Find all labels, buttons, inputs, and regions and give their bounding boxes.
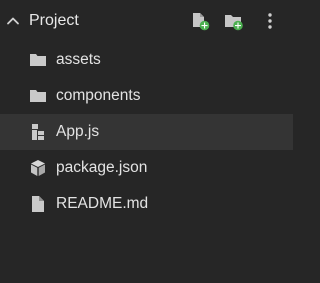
folder-icon	[29, 51, 47, 69]
tree-item-package-json[interactable]: package.json	[0, 150, 293, 186]
tree-item-label: App.js	[56, 123, 100, 140]
javascript-file-icon	[29, 123, 47, 141]
tree-item-app-js[interactable]: App.js	[0, 114, 293, 150]
folder-icon	[29, 87, 47, 105]
file-tree: assets components App.js package.json RE…	[0, 42, 293, 222]
tree-item-assets[interactable]: assets	[0, 42, 293, 78]
new-file-icon	[193, 13, 210, 31]
panel-title: Project	[29, 12, 79, 29]
more-vertical-icon	[268, 13, 272, 29]
tree-item-label: README.md	[56, 195, 149, 212]
panel-header: Project	[0, 0, 293, 42]
tree-item-components[interactable]: components	[0, 78, 293, 114]
chevron-up-icon[interactable]	[6, 14, 20, 28]
tree-item-readme-md[interactable]: README.md	[0, 186, 293, 222]
project-panel: Project assets components App.js package…	[0, 0, 293, 283]
new-folder-icon	[225, 15, 243, 31]
tree-item-label: components	[56, 87, 141, 104]
new-folder-button[interactable]	[223, 10, 245, 32]
new-file-button[interactable]	[190, 10, 212, 32]
package-icon	[29, 159, 47, 177]
more-options-button[interactable]	[259, 10, 281, 32]
tree-item-label: package.json	[56, 159, 148, 176]
file-icon	[29, 195, 47, 213]
tree-item-label: assets	[56, 51, 101, 68]
